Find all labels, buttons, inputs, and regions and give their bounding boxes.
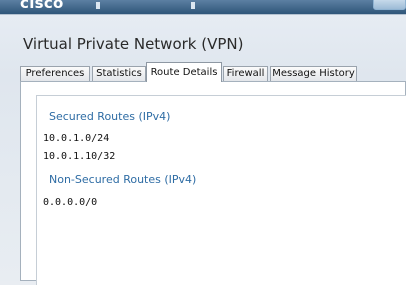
secured-route-item: 10.0.1.0/24 bbox=[43, 133, 110, 144]
tab-statistics[interactable]: Statistics bbox=[92, 66, 146, 81]
route-details-panel: Secured Routes (IPv4) 10.0.1.0/24 10.0.1… bbox=[20, 81, 406, 285]
tab-message-history[interactable]: Message History bbox=[270, 66, 357, 81]
cisco-logo: cisco bbox=[20, 0, 64, 12]
window-control-button[interactable] bbox=[373, 0, 406, 10]
non-secured-route-item: 0.0.0.0/0 bbox=[43, 197, 98, 208]
tab-route-details[interactable]: Route Details bbox=[146, 62, 222, 82]
non-secured-routes-heading: Non-Secured Routes (IPv4) bbox=[49, 173, 197, 186]
banner-divider bbox=[96, 2, 100, 9]
secured-routes-heading: Secured Routes (IPv4) bbox=[49, 110, 171, 123]
vpn-window: Virtual Private Network (VPN) Preference… bbox=[0, 14, 406, 285]
secured-route-item: 10.0.1.10/32 bbox=[43, 151, 116, 162]
routes-list: Secured Routes (IPv4) 10.0.1.0/24 10.0.1… bbox=[36, 95, 406, 285]
banner-divider bbox=[191, 2, 195, 9]
tab-preferences[interactable]: Preferences bbox=[20, 66, 90, 81]
page-title: Virtual Private Network (VPN) bbox=[23, 35, 244, 53]
tab-firewall[interactable]: Firewall bbox=[223, 66, 268, 81]
app-banner: cisco bbox=[0, 0, 406, 14]
